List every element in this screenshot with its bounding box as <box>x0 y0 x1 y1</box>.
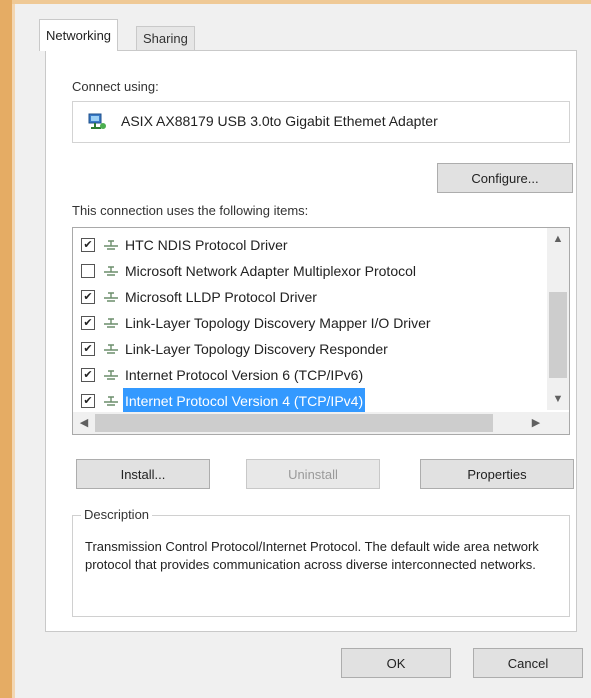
scroll-right-arrow-icon[interactable]: ▶ <box>525 412 547 434</box>
item-checkbox[interactable]: ✔ <box>81 342 95 356</box>
tab-sharing[interactable]: Sharing <box>136 26 195 51</box>
item-checkbox[interactable]: ✔ <box>81 394 95 408</box>
network-component-icon <box>104 266 118 276</box>
scroll-down-arrow-icon[interactable]: ▼ <box>547 388 569 410</box>
items-label: This connection uses the following items… <box>72 203 309 218</box>
tab-networking[interactable]: Networking <box>39 19 119 51</box>
list-item[interactable]: ✔ Internet Protocol Version 4 (TCP/IPv4) <box>73 388 545 414</box>
network-component-icon <box>104 370 118 380</box>
list-item-label: Link-Layer Topology Discovery Mapper I/O… <box>125 315 431 331</box>
network-component-icon <box>104 240 118 250</box>
network-component-icon <box>104 292 118 302</box>
network-component-icon <box>104 344 118 354</box>
adapter-field: ASIX AX88179 USB 3.0to Gigabit Ethemet A… <box>72 101 570 143</box>
list-item[interactable]: Microsoft Network Adapter Multiplexor Pr… <box>73 258 545 284</box>
vertical-scroll-thumb[interactable] <box>549 292 567 378</box>
networking-panel: Connect using: ASIX AX88179 USB 3.0to Gi… <box>45 50 577 632</box>
item-checkbox[interactable] <box>81 264 95 278</box>
list-item-label: HTC NDIS Protocol Driver <box>125 237 288 253</box>
network-component-icon <box>104 318 118 328</box>
list-item[interactable]: ✔ Link-Layer Topology Discovery Responder <box>73 336 545 362</box>
item-checkbox[interactable]: ✔ <box>81 368 95 382</box>
list-item[interactable]: ✔ Internet Protocol Version 6 (TCP/IPv6) <box>73 362 545 388</box>
scrollbar-corner <box>547 412 569 434</box>
description-legend: Description <box>81 507 153 522</box>
cancel-button[interactable]: Cancel <box>473 648 583 678</box>
properties-button[interactable]: Properties <box>420 459 574 489</box>
scroll-left-arrow-icon[interactable]: ◀ <box>73 412 95 434</box>
ethernet-properties-dialog: Networking Sharing Connect using: ASIX A… <box>15 4 591 698</box>
list-item-label: Microsoft LLDP Protocol Driver <box>125 289 317 305</box>
network-adapter-icon <box>88 113 106 129</box>
description-group: Description Transmission Control Protoco… <box>72 507 570 617</box>
list-item[interactable]: ✔ Microsoft LLDP Protocol Driver <box>73 284 545 310</box>
scroll-up-arrow-icon[interactable]: ▲ <box>547 228 569 250</box>
ok-button[interactable]: OK <box>341 648 451 678</box>
list-item-label: Internet Protocol Version 4 (TCP/IPv4) <box>123 388 366 414</box>
install-button[interactable]: Install... <box>76 459 210 489</box>
list-item[interactable]: ✔ HTC NDIS Protocol Driver <box>73 232 545 258</box>
items-listbox[interactable]: ✔ HTC NDIS Protocol Driver Microsoft Netwo… <box>72 227 570 435</box>
horizontal-scrollbar[interactable]: ◀ ▶ <box>73 412 547 434</box>
uninstall-button[interactable]: Uninstall <box>246 459 380 489</box>
adapter-name: ASIX AX88179 USB 3.0to Gigabit Ethemet A… <box>121 113 438 129</box>
connect-using-label: Connect using: <box>72 79 159 94</box>
item-checkbox[interactable]: ✔ <box>81 290 95 304</box>
list-item-label: Microsoft Network Adapter Multiplexor Pr… <box>125 263 416 279</box>
item-checkbox[interactable]: ✔ <box>81 238 95 252</box>
window-frame-edge <box>0 0 12 698</box>
item-checkbox[interactable]: ✔ <box>81 316 95 330</box>
list-item-label: Internet Protocol Version 6 (TCP/IPv6) <box>125 367 364 383</box>
network-component-icon <box>104 396 118 406</box>
horizontal-scroll-thumb[interactable] <box>95 414 493 432</box>
list-item[interactable]: ✔ Link-Layer Topology Discovery Mapper I/… <box>73 310 545 336</box>
description-text: Transmission Control Protocol/Internet P… <box>85 539 539 572</box>
configure-button[interactable]: Configure... <box>437 163 573 193</box>
list-item-label: Link-Layer Topology Discovery Responder <box>125 341 388 357</box>
vertical-scrollbar[interactable]: ▲ ▼ <box>547 228 569 410</box>
